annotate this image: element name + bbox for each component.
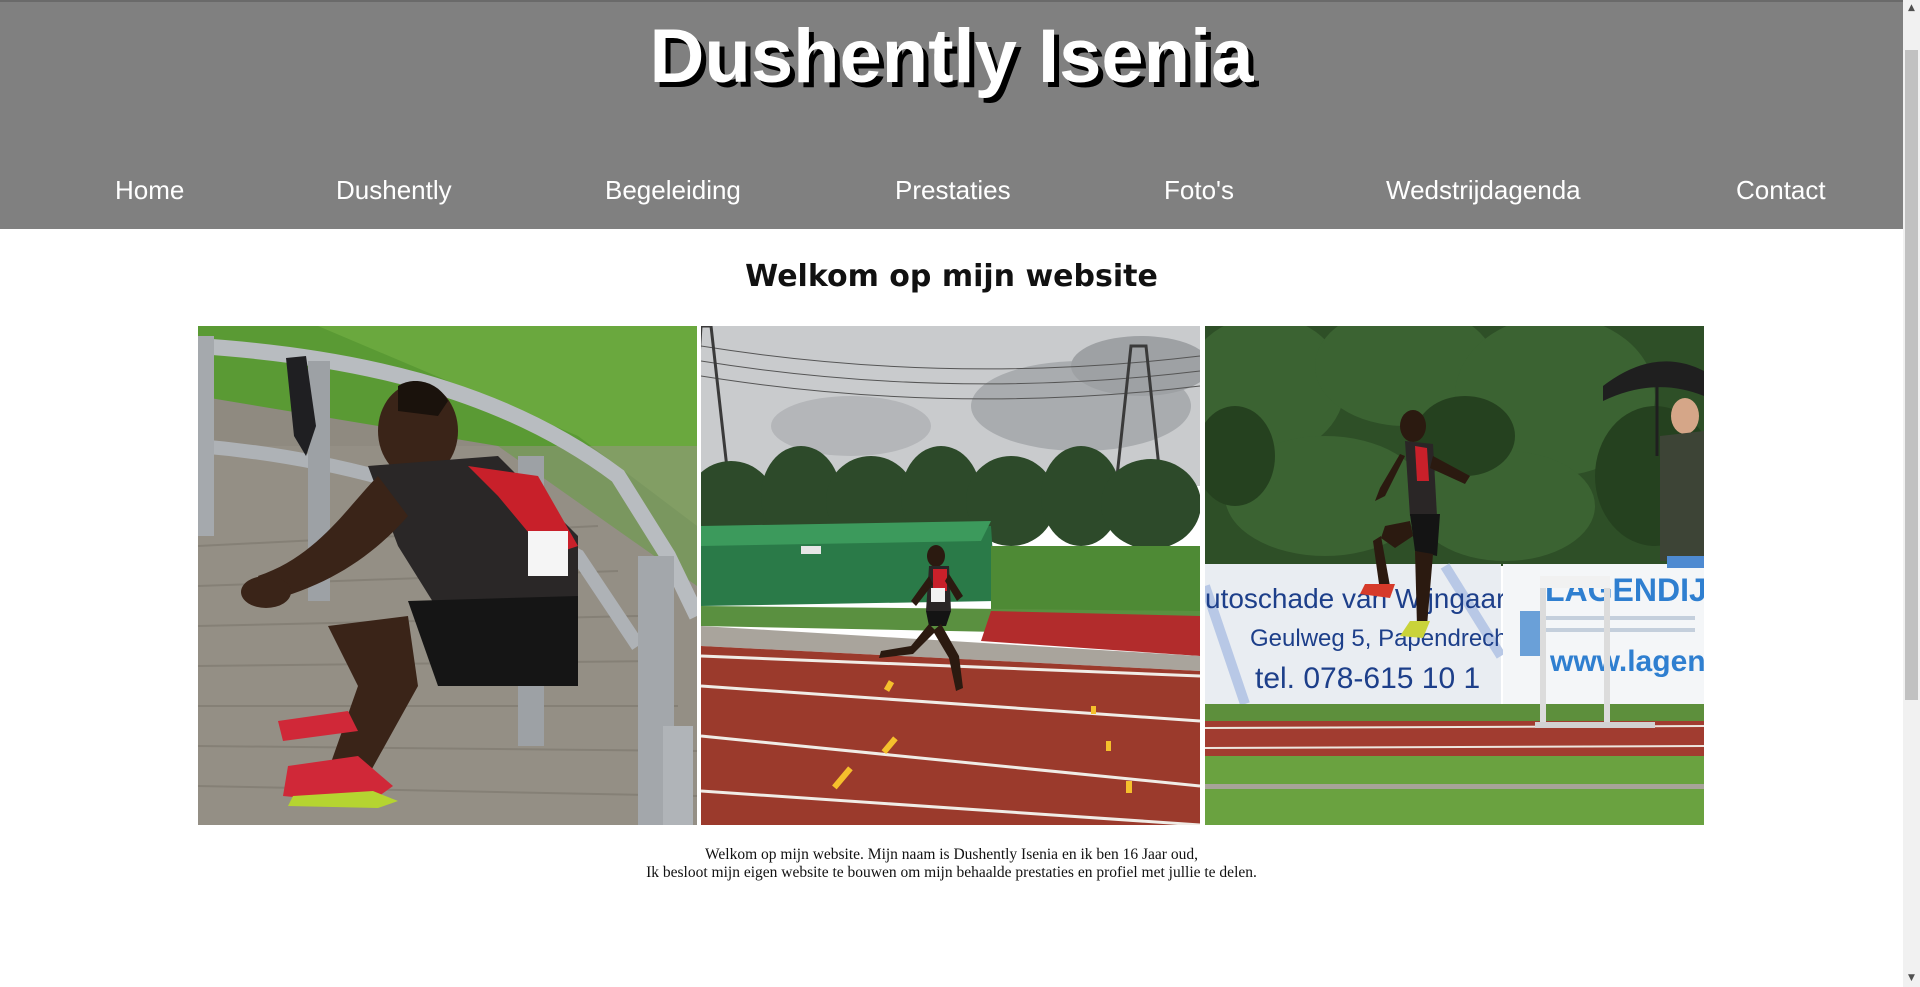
site-title: Dushently Isenia xyxy=(649,14,1254,99)
nav-item-begeleiding[interactable]: Begeleiding xyxy=(605,168,741,212)
banner-text-address: Geulweg 5, Papendrech xyxy=(1250,625,1508,652)
nav-item-dushently[interactable]: Dushently xyxy=(336,168,452,212)
welcome-heading: Welkom op mijn website xyxy=(745,259,1158,294)
banner-text-website: www.lagendij xyxy=(1549,645,1704,678)
site-header: Dushently Isenia Home Dushently Begeleid… xyxy=(0,0,1903,229)
nav-item-home[interactable]: Home xyxy=(115,168,184,212)
banner-text-phone: tel. 078-615 10 1 xyxy=(1255,662,1480,695)
nav-item-fotos[interactable]: Foto's xyxy=(1164,168,1234,212)
vertical-scrollbar[interactable]: ▲ ▼ xyxy=(1903,0,1920,987)
main-nav: Home Dushently Begeleiding Prestaties Fo… xyxy=(0,168,1903,212)
athlete-sprinting-photo xyxy=(701,326,1200,825)
nav-item-prestaties[interactable]: Prestaties xyxy=(895,168,1011,212)
athlete-hurdles-photo: utoschade van Wijngaarden Geulweg 5, Pap… xyxy=(1205,326,1704,825)
nav-item-wedstrijdagenda[interactable]: Wedstrijdagenda xyxy=(1386,168,1581,212)
page: Dushently Isenia Home Dushently Begeleid… xyxy=(0,0,1920,987)
scroll-thumb[interactable] xyxy=(1905,50,1918,700)
nav-item-contact[interactable]: Contact xyxy=(1736,168,1826,212)
intro-line-2: Ik besloot mijn eigen website te bouwen … xyxy=(646,864,1257,881)
scroll-down-icon[interactable]: ▼ xyxy=(1903,970,1920,987)
scroll-up-icon[interactable]: ▲ xyxy=(1903,0,1920,17)
intro-line-1: Welkom op mijn website. Mijn naam is Dus… xyxy=(705,846,1198,863)
intro-text: Welkom op mijn website. Mijn naam is Dus… xyxy=(0,846,1903,882)
athlete-resting-photo xyxy=(198,326,697,825)
